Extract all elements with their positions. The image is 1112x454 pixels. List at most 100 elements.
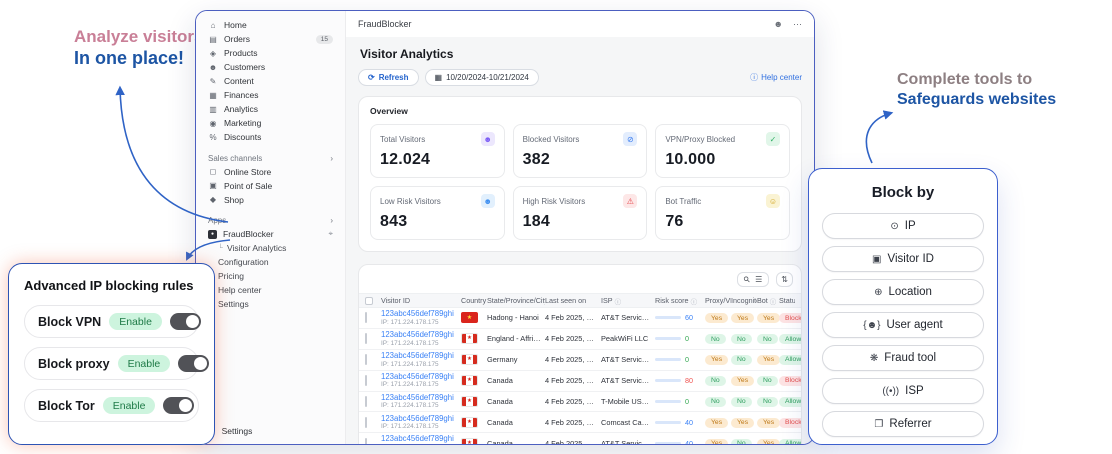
app-window: ⌂ Home ▤ Orders 15 ◈ Products ☻ Customer… (195, 10, 815, 445)
sidebar-item[interactable]: ◉ Marketing (202, 117, 339, 130)
sidebar-item-label: Point of Sale (224, 180, 273, 191)
isp-cell: AT&T Services, Inc. (601, 355, 655, 365)
country-flag (461, 396, 478, 407)
table-tab[interactable] (387, 277, 405, 283)
block-by-option[interactable]: ❐ Referrer (822, 411, 984, 437)
pin-icon[interactable]: ⌖ (328, 229, 333, 239)
block-by-option[interactable]: ❋ Fraud tool (822, 345, 984, 371)
select-all-checkbox[interactable] (365, 296, 373, 305)
visitor-ip: IP: 171.224.178.175 (381, 402, 439, 410)
visitor-id-link[interactable]: 123abc456def789ghi (381, 309, 461, 319)
row-checkbox[interactable] (365, 416, 367, 428)
block-by-option[interactable]: ((•)) ISP (822, 378, 984, 404)
row-checkbox[interactable] (365, 396, 367, 407)
sales-channels-header[interactable]: Sales channels › (208, 154, 333, 163)
sidebar-item[interactable]: ▤ Orders 15 (202, 33, 339, 46)
caption-analyze-line2: In one place! (74, 48, 185, 69)
last-seen-cell: 4 Feb 2025, 10:30 pm (545, 438, 601, 444)
sidebar-item[interactable]: ▦ Finances (202, 89, 339, 102)
row-checkbox[interactable] (365, 437, 367, 444)
sidebar-item-fraudblocker[interactable]: ● FraudBlocker ⌖ (202, 228, 339, 241)
help-center-link[interactable]: ⓘ Help center (750, 72, 802, 83)
isp-cell: AT&T Services, Inc. (601, 313, 655, 323)
caption-analyze: Analyze visitors In one place! (74, 26, 203, 70)
sidebar-item[interactable]: ▥ Analytics (202, 103, 339, 116)
row-checkbox[interactable] (365, 375, 367, 387)
sidebar-item[interactable]: ◈ Products (202, 47, 339, 60)
sidebar-item[interactable]: ▣ Point of Sale (202, 180, 339, 193)
sort-button[interactable]: ⇅ (776, 272, 793, 287)
row-checkbox[interactable] (365, 354, 367, 366)
last-seen-cell: 4 Feb 2025, 10:30 pm (545, 417, 601, 427)
controls-row: ⟳ Refresh ▦ 10/20/2024-10/21/2024 ⓘ Help… (358, 69, 802, 86)
block-by-option[interactable]: ⊙ IP (822, 213, 984, 239)
row-checkbox[interactable] (365, 333, 367, 345)
stat-label: Low Risk Visitors (380, 196, 441, 206)
apps-header[interactable]: Apps › (208, 216, 333, 225)
bot-pill: Yes (757, 438, 781, 444)
risk-score-value: 60 (685, 313, 693, 323)
sidebar-item[interactable]: ✎ Content (202, 75, 339, 88)
date-range-value: 10/20/2024-10/21/2024 (446, 73, 529, 82)
blocking-rule-row: Block proxy Enable (24, 347, 210, 380)
refresh-button[interactable]: ⟳ Refresh (358, 69, 419, 86)
rule-toggle[interactable] (163, 397, 195, 414)
column-header-label: Incognito (731, 296, 757, 305)
sidebar-item[interactable]: ⌂ Home (202, 19, 339, 32)
sidebar-item[interactable]: % Discounts (202, 131, 339, 144)
table-row: 123abc456def789ghi IP: 171.224.178.175 E… (359, 329, 801, 350)
rule-toggle[interactable] (169, 313, 201, 330)
advanced-panel-title: Advanced IP blocking rules (24, 278, 194, 293)
last-seen-cell: 4 Feb 2025, 10:30 pm (545, 376, 601, 386)
page-content: Visitor Analytics ⟳ Refresh ▦ 10/20/2024… (346, 37, 814, 444)
block-by-option[interactable]: ⊕ Location (822, 279, 984, 305)
visitor-id-link[interactable]: 123abc456def789ghi (381, 372, 461, 382)
country-flag (461, 375, 478, 387)
city-cell: Canada (487, 376, 513, 386)
rule-toggle[interactable] (178, 355, 210, 372)
search-filter-button[interactable]: ⚲ ☰ (737, 272, 770, 287)
block-by-option[interactable]: {☻} User agent (822, 312, 984, 338)
sidebar-item[interactable]: ◆ Shop (202, 194, 339, 207)
main-column: FraudBlocker ☻ ⋯ Visitor Analytics ⟳ Ref… (346, 11, 814, 444)
sidebar-item[interactable]: ◻ Online Store (202, 166, 339, 179)
block-by-option-icon: ❋ (869, 352, 879, 364)
risk-score-cell: 0 (655, 334, 705, 343)
visitor-id-link[interactable]: 123abc456def789ghi (381, 414, 461, 424)
overview-title: Overview (370, 106, 408, 116)
stat-card: Total Visitors ☻ 12.024 (370, 124, 505, 178)
caption-safeguard-line1: Complete tools to (897, 71, 1033, 88)
status-badge: Allow (779, 396, 801, 407)
risk-score-cell: 80 (655, 376, 705, 385)
sidebar-item[interactable]: ☻ Customers (202, 61, 339, 74)
more-menu-icon[interactable]: ⋯ (793, 19, 802, 30)
column-header-label: Proxy/VPN (705, 296, 731, 305)
visitor-ip: IP: 171.224.178.175 (381, 360, 439, 368)
block-by-option[interactable]: ▣ Visitor ID (822, 246, 984, 272)
block-by-option-label: Location (888, 286, 932, 298)
risk-score-value: 0 (685, 397, 689, 406)
risk-bar-track (655, 400, 681, 403)
info-icon: ⓘ (769, 298, 777, 306)
risk-score-cell: 60 (655, 313, 705, 322)
proxy-vpn-pill: No (705, 396, 726, 407)
profile-icon[interactable]: ☻ (774, 19, 783, 29)
date-range-button[interactable]: ▦ 10/20/2024-10/21/2024 (424, 69, 539, 86)
visitor-id-link[interactable]: 123abc456def789ghi (381, 351, 461, 361)
stat-label: VPN/Proxy Blocked (665, 134, 736, 144)
visitor-id-link[interactable]: 123abc456def789ghi (381, 393, 461, 403)
bot-pill: No (757, 396, 778, 407)
table-tab[interactable] (407, 277, 425, 283)
column-header-label: Risk score (655, 296, 689, 305)
status-badge: Blocked (779, 417, 801, 428)
table-tab[interactable] (367, 277, 385, 283)
sidebar-item-icon: % (209, 132, 217, 142)
city-cell: England - Affristion (487, 334, 545, 344)
stat-value: 184 (522, 213, 550, 230)
risk-score-value: 80 (685, 376, 693, 386)
visitor-id-link[interactable]: 123abc456def789ghi (381, 434, 461, 444)
row-checkbox[interactable] (365, 312, 367, 324)
blocking-rule-row: Block Tor Enable (24, 389, 199, 422)
refresh-label: Refresh (378, 73, 409, 82)
visitor-id-link[interactable]: 123abc456def789ghi (381, 330, 461, 340)
